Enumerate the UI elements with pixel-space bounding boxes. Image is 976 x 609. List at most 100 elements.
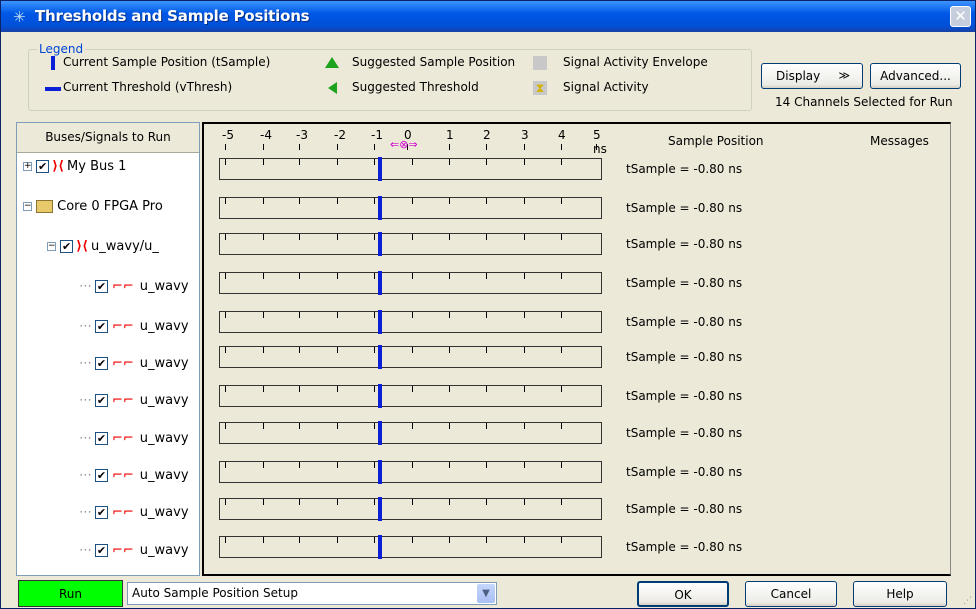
- help-button[interactable]: Help: [853, 581, 947, 607]
- tree-node-label: u_wavy: [139, 431, 189, 446]
- chevron-down-icon[interactable]: ▼: [477, 584, 495, 603]
- sample-position-marker[interactable]: [378, 157, 382, 181]
- scale-tick-mark: [337, 144, 338, 150]
- tsample-value: tSample = -0.80 ns: [626, 350, 743, 364]
- signal-trace[interactable]: [219, 421, 602, 445]
- legend-title: Legend: [37, 42, 86, 56]
- tsample-value: tSample = -0.80 ns: [626, 201, 743, 215]
- close-button[interactable]: ✕: [950, 6, 971, 27]
- tree-node-label: u_wavy: [139, 505, 189, 520]
- tree-connector: ⋯: [79, 505, 92, 520]
- mode-select[interactable]: Auto Sample Position Setup ▼: [127, 582, 497, 605]
- checkbox[interactable]: ✔: [95, 432, 108, 445]
- sample-position-marker[interactable]: [378, 384, 382, 408]
- bus-icon: ⟩⟨: [76, 239, 89, 254]
- signal-activity-icon: ⧗: [533, 81, 547, 95]
- sample-position-marker[interactable]: [378, 421, 382, 445]
- signal-trace[interactable]: [219, 345, 602, 369]
- checkbox[interactable]: ✔: [95, 280, 108, 293]
- signals-tree-panel: Buses/Signals to Run + ✔ ⟩⟨ My Bus 1 − Core…: [16, 122, 200, 576]
- signals-column-header[interactable]: Buses/Signals to Run: [17, 123, 199, 153]
- scale-tick-label: 2: [483, 128, 491, 142]
- signal-icon: ⌐⌐: [112, 279, 134, 294]
- activity-envelope-icon: [533, 56, 547, 70]
- signal-trace[interactable]: [219, 535, 602, 559]
- signal-icon: ⌐⌐: [112, 543, 134, 558]
- signal-trace[interactable]: [219, 384, 602, 408]
- legend-label: Current Threshold (vThresh): [63, 80, 233, 94]
- checkbox[interactable]: ✔: [95, 357, 108, 370]
- checkbox[interactable]: ✔: [95, 506, 108, 519]
- sample-position-marker[interactable]: [378, 535, 382, 559]
- checkbox[interactable]: ✔: [60, 240, 74, 253]
- tsample-value: tSample = -0.80 ns: [626, 465, 743, 479]
- tsample-value: tSample = -0.80 ns: [626, 162, 743, 176]
- expander-icon[interactable]: +: [23, 162, 32, 171]
- scale-tick-mark: [486, 144, 487, 150]
- scale-tick-mark: [596, 144, 597, 150]
- sample-position-marker[interactable]: [378, 460, 382, 484]
- tree-node[interactable]: ⋯ ✔ ⌐⌐ u_wavy: [79, 317, 189, 337]
- checkbox[interactable]: ✔: [36, 160, 50, 173]
- signal-trace[interactable]: [219, 271, 602, 295]
- legend-label: Signal Activity Envelope: [563, 55, 708, 69]
- tree-node[interactable]: ⋯ ✔ ⌐⌐ u_wavy: [79, 466, 189, 486]
- checkbox[interactable]: ✔: [95, 469, 108, 482]
- run-button[interactable]: Run: [18, 580, 123, 607]
- checkbox[interactable]: ✔: [95, 394, 108, 407]
- tree-connector: ⋯: [79, 356, 92, 371]
- folder-icon: [36, 200, 54, 213]
- signal-trace[interactable]: [219, 196, 602, 220]
- scale-tick-mark: [225, 144, 226, 150]
- tree-node-label: u_wavy/u_: [91, 239, 159, 254]
- tree-node[interactable]: + ✔ ⟩⟨ My Bus 1: [23, 157, 126, 177]
- tsample-value: tSample = -0.80 ns: [626, 389, 743, 403]
- window-title: Thresholds and Sample Positions: [35, 7, 310, 25]
- legend-label: Suggested Threshold: [352, 80, 479, 94]
- messages-header: Messages: [870, 134, 929, 148]
- tree-node-label: u_wavy: [139, 356, 189, 371]
- tree-node[interactable]: ⋯ ✔ ⌐⌐ u_wavy: [79, 429, 189, 449]
- checkbox[interactable]: ✔: [95, 320, 108, 333]
- tree-node[interactable]: ⋯ ✔ ⌐⌐ u_wavy: [79, 541, 189, 561]
- tree-node[interactable]: ⋯ ✔ ⌐⌐ u_wavy: [79, 354, 189, 374]
- signal-trace[interactable]: [219, 157, 602, 181]
- sample-position-marker[interactable]: [378, 232, 382, 256]
- mode-value: Auto Sample Position Setup: [132, 586, 298, 600]
- sample-drag-handle-icon[interactable]: ⇐⊗⇒: [390, 138, 418, 151]
- sample-position-marker[interactable]: [378, 196, 382, 220]
- time-scale: -5 -4 -3 -2 -1 0 1 2 3 4 5 ns ⇐⊗⇒: [204, 124, 607, 156]
- threshold-icon: [45, 87, 61, 91]
- signal-icon: ⌐⌐: [112, 505, 134, 520]
- signal-icon: ⌐⌐: [112, 356, 134, 371]
- expander-icon[interactable]: −: [47, 242, 56, 251]
- sample-position-marker[interactable]: [378, 310, 382, 334]
- checkbox[interactable]: ✔: [95, 544, 108, 557]
- tree-node[interactable]: ⋯ ✔ ⌐⌐ u_wavy: [79, 391, 189, 411]
- sample-position-marker[interactable]: [378, 271, 382, 295]
- tree-node-label: u_wavy: [139, 393, 189, 408]
- signal-trace[interactable]: [219, 310, 602, 334]
- title-bar[interactable]: ✳ Thresholds and Sample Positions ✕: [1, 1, 975, 32]
- tree-node[interactable]: ⋯ ✔ ⌐⌐ u_wavy: [79, 277, 189, 297]
- sample-position-marker[interactable]: [378, 497, 382, 521]
- tree-node[interactable]: − Core 0 FPGA Pro: [23, 197, 163, 217]
- ok-button[interactable]: OK: [637, 581, 729, 607]
- sample-position-marker[interactable]: [378, 345, 382, 369]
- tsample-value: tSample = -0.80 ns: [626, 276, 743, 290]
- tree-node[interactable]: − ✔ ⟩⟨ u_wavy/u_: [47, 237, 159, 257]
- cancel-button[interactable]: Cancel: [745, 581, 837, 607]
- advanced-button[interactable]: Advanced...: [870, 63, 961, 89]
- expander-icon[interactable]: −: [23, 202, 32, 211]
- signal-trace[interactable]: [219, 460, 602, 484]
- double-chevron-icon: ≫: [838, 69, 850, 82]
- resize-grip-icon[interactable]: ⋰: [963, 596, 972, 606]
- tree-node[interactable]: ⋯ ✔ ⌐⌐ u_wavy: [79, 503, 189, 523]
- signal-trace[interactable]: [219, 497, 602, 521]
- channels-selected-label: 14 Channels Selected for Run: [775, 95, 953, 109]
- legend-label: Signal Activity: [563, 80, 649, 94]
- display-dropdown[interactable]: Display ≫: [761, 63, 863, 89]
- tsample-value: tSample = -0.80 ns: [626, 540, 743, 554]
- signal-trace[interactable]: [219, 232, 602, 256]
- tree-connector: ⋯: [79, 279, 92, 294]
